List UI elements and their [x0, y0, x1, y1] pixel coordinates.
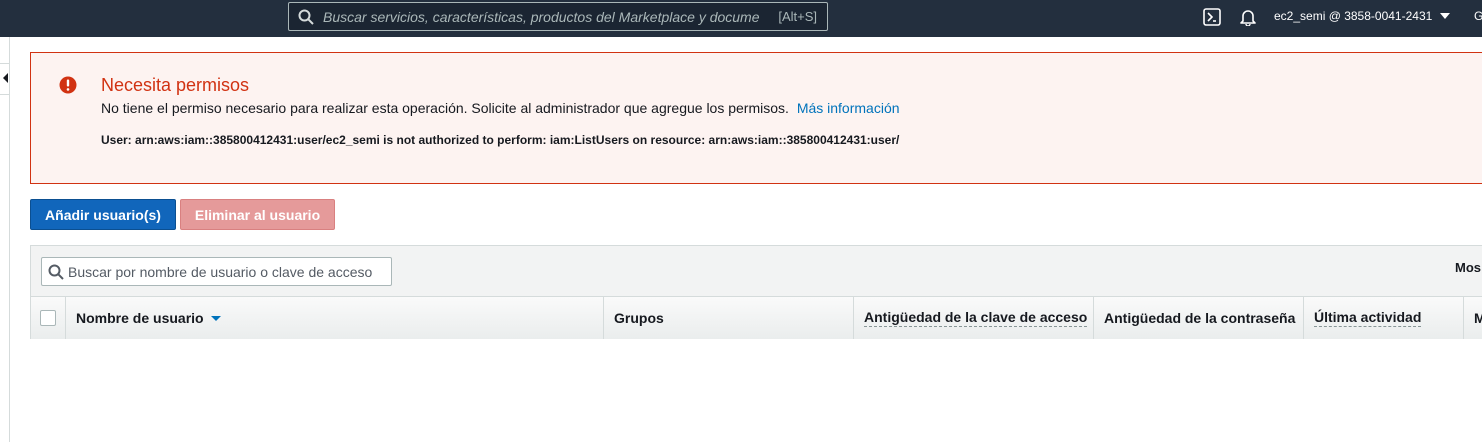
column-header-access-key-age[interactable]: Antigüedad de la clave de acceso [854, 297, 1094, 339]
chevron-left-icon [3, 73, 8, 83]
table-header-row: Nombre de usuario Grupos Antigüedad de l… [31, 296, 1482, 339]
error-icon [59, 76, 77, 94]
alert-message: No tiene el permiso necesario para reali… [101, 100, 900, 116]
select-all-cell [31, 297, 66, 339]
search-icon [298, 9, 314, 25]
filter-placeholder: Buscar por nombre de usuario o clave de … [68, 263, 373, 280]
user-filter-input[interactable]: Buscar por nombre de usuario o clave de … [41, 257, 392, 286]
bell-icon[interactable] [1239, 8, 1257, 26]
delete-user-button[interactable]: Eliminar al usuario [180, 199, 335, 230]
left-navigation-collapsed [0, 37, 10, 442]
column-header-password-age[interactable]: Antigüedad de la contraseña [1094, 297, 1304, 339]
account-menu[interactable]: ec2_semi @ 3858-0041-2431 [1274, 9, 1451, 23]
column-label-access-key-age: Antigüedad de la clave de acceso [864, 309, 1088, 327]
add-user-button[interactable]: Añadir usuario(s) [30, 199, 176, 230]
more-info-link[interactable]: Más información [797, 100, 900, 116]
column-header-last-activity[interactable]: Última actividad [1304, 297, 1464, 339]
sort-descending-icon [210, 315, 221, 321]
column-header-next[interactable]: M [1464, 297, 1482, 339]
account-label: ec2_semi @ 3858-0041-2431 [1274, 9, 1433, 23]
top-navigation-bar: Buscar servicios, características, produ… [0, 0, 1482, 37]
search-placeholder: Buscar servicios, características, produ… [323, 8, 760, 25]
global-search-input[interactable]: Buscar servicios, características, produ… [288, 2, 828, 31]
column-label-next: M [1474, 310, 1482, 326]
alert-message-text: No tiene el permiso necesario para reali… [101, 100, 789, 116]
column-label-last-activity: Última actividad [1314, 309, 1422, 327]
column-header-groups[interactable]: Grupos [604, 297, 854, 339]
column-header-username[interactable]: Nombre de usuario [66, 297, 604, 339]
search-shortcut-hint: [Alt+S] [778, 9, 817, 24]
column-label-username: Nombre de usuario [76, 310, 204, 326]
alert-title: Necesita permisos [101, 75, 250, 95]
search-icon [48, 264, 64, 280]
permissions-error-alert: Necesita permisos No tiene el permiso ne… [30, 52, 1482, 184]
users-table: Buscar por nombre de usuario o clave de … [30, 245, 1482, 339]
cloudshell-icon[interactable] [1203, 8, 1221, 26]
region-menu[interactable]: G [1474, 9, 1482, 23]
alert-detail: User: arn:aws:iam::385800412431:user/ec2… [101, 133, 900, 147]
show-label: Mos [1455, 260, 1481, 275]
column-label-groups: Grupos [614, 310, 664, 326]
select-all-checkbox[interactable] [40, 310, 56, 326]
caret-down-icon [1440, 13, 1451, 19]
column-label-password-age: Antigüedad de la contraseña [1104, 310, 1296, 326]
